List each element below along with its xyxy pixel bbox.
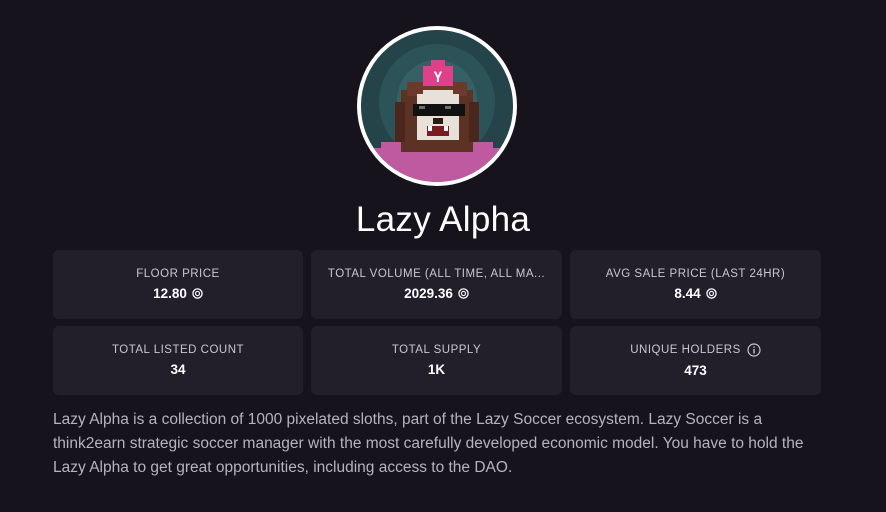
- avg-sale-price-value: 8.44: [674, 286, 701, 301]
- stat-label: UNIQUE HOLDERS: [630, 343, 761, 357]
- sloth-avatar-icon: Y: [361, 30, 513, 182]
- info-icon[interactable]: [747, 343, 761, 357]
- stat-total-listed-count: TOTAL LISTED COUNT 34: [53, 326, 303, 395]
- stat-value: 2029.36: [404, 286, 469, 301]
- stat-value: 8.44: [674, 286, 717, 301]
- collection-avatar: Y: [357, 26, 517, 186]
- token-icon: [192, 288, 203, 299]
- stat-value: 12.80: [153, 286, 203, 301]
- stat-label: TOTAL SUPPLY: [391, 344, 482, 356]
- stat-label: TOTAL VOLUME (ALL TIME, ALL MA...: [327, 268, 546, 280]
- stat-label: AVG SALE PRICE (LAST 24HR): [605, 268, 786, 280]
- stats-grid: FLOOR PRICE 12.80 TOTAL VOLUME (ALL TIME…: [53, 250, 821, 395]
- total-listed-value: 34: [170, 362, 186, 377]
- stat-avg-sale-price: AVG SALE PRICE (LAST 24HR) 8.44: [570, 250, 821, 319]
- total-supply-value: 1K: [427, 362, 446, 377]
- token-icon: [458, 288, 469, 299]
- collection-description: Lazy Alpha is a collection of 1000 pixel…: [53, 411, 804, 476]
- hat-letter: Y: [434, 70, 443, 86]
- stat-value: 473: [684, 363, 707, 378]
- stat-total-volume: TOTAL VOLUME (ALL TIME, ALL MA... 2029.3…: [311, 250, 562, 319]
- stat-floor-price: FLOOR PRICE 12.80: [53, 250, 303, 319]
- floor-price-value: 12.80: [153, 286, 187, 301]
- unique-holders-value: 473: [684, 363, 707, 378]
- collection-title: Lazy Alpha: [355, 200, 531, 239]
- total-volume-value: 2029.36: [404, 286, 453, 301]
- stat-value: 34: [170, 362, 185, 377]
- stat-label: TOTAL LISTED COUNT: [111, 344, 245, 356]
- stat-value: 1K: [428, 362, 445, 377]
- collection-page: Y Lazy Alpha FLOOR PRICE 12.80 TOTAL VOL…: [0, 0, 886, 512]
- stat-label: FLOOR PRICE: [136, 268, 220, 280]
- stat-total-supply: TOTAL SUPPLY 1K: [311, 326, 562, 395]
- unique-holders-label: UNIQUE HOLDERS: [630, 344, 741, 356]
- token-icon: [705, 288, 717, 299]
- stat-unique-holders: UNIQUE HOLDERS 473: [570, 326, 821, 395]
